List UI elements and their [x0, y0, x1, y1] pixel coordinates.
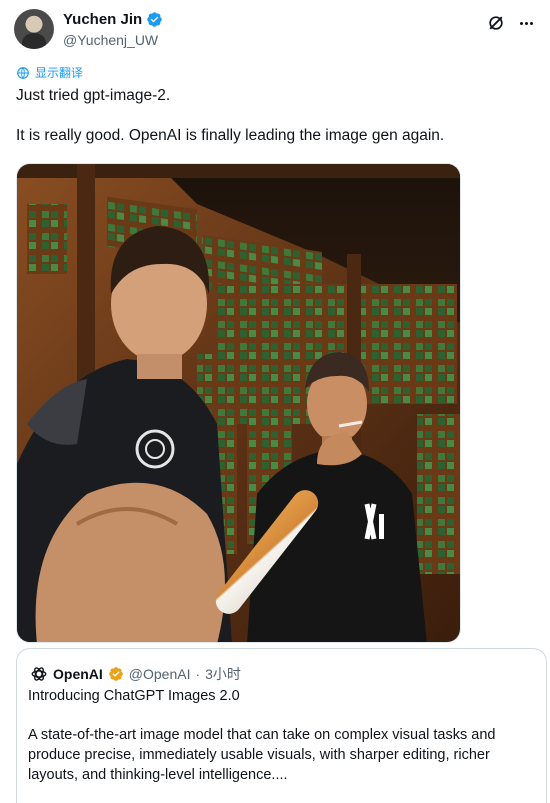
quoted-timestamp[interactable]: 3小时 — [205, 664, 241, 684]
author-name-row: Yuchen Jin — [63, 11, 163, 28]
quoted-tweet-body: A state-of-the-art image model that can … — [28, 727, 496, 783]
quoted-tweet-title: Introducing ChatGPT Images 2.0 — [28, 688, 240, 704]
tweet-text: Just tried gpt-image-2. It is really goo… — [16, 86, 536, 146]
more-dot — [524, 21, 528, 25]
author-handle[interactable]: @Yuchenj_UW — [63, 32, 158, 48]
show-translation-link[interactable]: 显示翻译 — [16, 64, 83, 81]
verified-badge-icon — [147, 12, 162, 27]
tweet-line: Just tried gpt-image-2. — [16, 87, 171, 104]
more-dot — [519, 21, 523, 25]
tweet-line: It is really good. OpenAI is finally lea… — [16, 127, 445, 144]
quoted-author-name[interactable]: OpenAI — [53, 666, 103, 682]
author-name[interactable]: Yuchen Jin — [63, 11, 142, 28]
more-dot — [529, 21, 533, 25]
gold-verified-badge-icon — [108, 667, 123, 681]
more-icon[interactable] — [516, 13, 536, 33]
globe-icon — [17, 66, 29, 79]
photo-illustration — [17, 164, 460, 642]
quoted-tweet-header: OpenAI @OpenAI · 3小时 — [30, 664, 241, 684]
separator-dot: · — [195, 666, 201, 682]
quoted-tweet[interactable]: OpenAI @OpenAI · 3小时 Introducing ChatGPT… — [16, 648, 547, 803]
tweet-photo[interactable] — [16, 163, 461, 643]
quoted-author-handle[interactable]: @OpenAI — [129, 666, 191, 682]
openai-logo-icon — [31, 667, 47, 681]
show-translation-label: 显示翻译 — [35, 66, 84, 80]
grok-icon[interactable] — [486, 13, 506, 33]
tweet-header: Yuchen Jin @Yuchenj_UW — [14, 9, 536, 51]
avatar[interactable] — [14, 9, 54, 49]
